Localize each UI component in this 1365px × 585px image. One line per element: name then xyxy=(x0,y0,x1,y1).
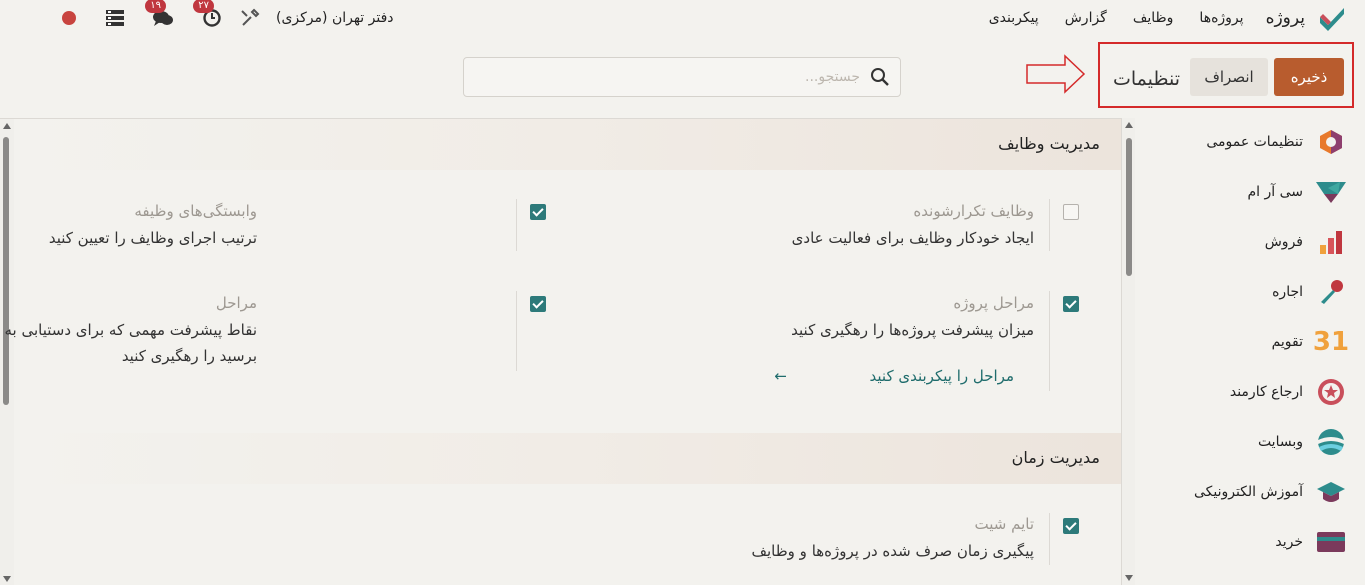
task-dependencies-desc: ترتیب اجرای وظایف را تعیین کنید xyxy=(48,229,257,247)
scroll-down-icon[interactable] xyxy=(3,576,11,582)
sidebar-item-label: تنظیمات عمومی xyxy=(1206,134,1303,150)
main-menu: پروژه پروژه‌ها وظایف گزارش پیکربندی xyxy=(963,0,1365,36)
section-title: مدیریت وظایف xyxy=(998,134,1100,153)
section-title: مدیریت زمان xyxy=(1011,448,1100,467)
search-icon[interactable] xyxy=(870,67,890,87)
sidebar-item-employee-referral[interactable]: ارجاع کارمند xyxy=(1138,372,1365,412)
activity-clock-icon[interactable]: ۲۷ xyxy=(193,0,222,28)
recurring-tasks-title: وظایف تکرارشونده xyxy=(913,202,1034,220)
menu-tasks[interactable]: وظایف xyxy=(1133,10,1174,26)
highlight-box: ذخیره انصراف تنظیمات xyxy=(1098,42,1354,108)
divider xyxy=(516,291,517,371)
scroll-down-icon[interactable] xyxy=(1125,575,1133,581)
sidebar-item-label: تقویم xyxy=(1271,334,1303,350)
page-title: تنظیمات xyxy=(1112,68,1180,90)
systray: دفتر تهران (مرکزی) ۲۷ ۱۹ xyxy=(40,0,394,36)
status-dot-icon[interactable] xyxy=(62,11,76,25)
scroll-up-icon[interactable] xyxy=(1125,122,1133,128)
timesheet-checkbox[interactable] xyxy=(1063,518,1079,534)
messages-badge: ۱۹ xyxy=(145,0,166,13)
project-stages-desc: میزان پیشرفت پروژه‌ها را رهگیری کنید xyxy=(791,321,1034,339)
settings-app-sidebar: تنظیمات عمومی سی آر ام فروش اجاره 31 تقو… xyxy=(1138,118,1365,585)
milestones-desc: نقاط پیشرفت مهمی که برای دستیابی به موفق… xyxy=(0,321,257,365)
project-stages-checkbox[interactable] xyxy=(1063,296,1079,312)
sidebar-item-website[interactable]: وبسایت xyxy=(1138,422,1365,462)
sidebar-item-label: اجاره xyxy=(1272,284,1303,300)
sidebar-item-sales[interactable]: فروش xyxy=(1138,222,1365,262)
sidebar-item-rental[interactable]: اجاره xyxy=(1138,272,1365,312)
sidebar-item-crm[interactable]: سی آر ام xyxy=(1138,172,1365,212)
configure-stages-arrow-icon[interactable]: ← xyxy=(774,367,787,385)
section-header-time: مدیریت زمان xyxy=(14,433,1121,484)
divider xyxy=(516,199,517,251)
scrollbar-thumb[interactable] xyxy=(1126,138,1132,276)
task-dependencies-checkbox[interactable] xyxy=(530,204,546,220)
recurring-tasks-checkbox[interactable] xyxy=(1063,204,1079,220)
annotation-arrow-icon xyxy=(1026,54,1086,94)
server-list-icon[interactable] xyxy=(106,8,124,28)
crm-app-icon xyxy=(1315,176,1347,208)
activity-badge: ۲۷ xyxy=(193,0,214,13)
sidebar-item-label: خرید xyxy=(1275,534,1303,550)
sidebar-item-calendar[interactable]: 31 تقویم xyxy=(1138,322,1365,362)
company-switcher[interactable]: دفتر تهران (مرکزی) xyxy=(276,10,394,26)
purchase-app-icon xyxy=(1315,526,1347,558)
search-input[interactable] xyxy=(500,66,860,88)
sidebar-item-label: آموزش الکترونیکی xyxy=(1193,484,1303,500)
sidebar-item-purchase[interactable]: خرید xyxy=(1138,522,1365,562)
sidebar-item-general-settings[interactable]: تنظیمات عمومی xyxy=(1138,122,1365,162)
settings-app-icon xyxy=(1315,126,1347,158)
sidebar-item-label: سی آر ام xyxy=(1247,184,1303,200)
project-stages-title: مراحل پروژه xyxy=(953,294,1034,312)
menu-configuration[interactable]: پیکربندی xyxy=(989,10,1039,26)
search-box[interactable] xyxy=(463,57,901,97)
menu-projects[interactable]: پروژه‌ها xyxy=(1199,10,1243,26)
divider xyxy=(1049,291,1050,391)
rental-app-icon xyxy=(1315,276,1347,308)
elearning-app-icon xyxy=(1315,476,1347,508)
divider xyxy=(1049,513,1050,565)
milestones-title: مراحل xyxy=(215,294,257,312)
referral-app-icon xyxy=(1315,376,1347,408)
section-header-tasks: مدیریت وظایف xyxy=(14,119,1121,170)
control-panel: ذخیره انصراف تنظیمات xyxy=(0,36,1365,118)
timesheet-desc: پیگیری زمان صرف شده در پروژه‌ها و وظایف xyxy=(751,542,1034,560)
sidebar-item-label: فروش xyxy=(1264,234,1303,250)
configure-stages-link[interactable]: مراحل را پیکربندی کنید xyxy=(870,367,1014,385)
sidebar-item-label: ارجاع کارمند xyxy=(1229,384,1303,400)
sidebar-scrollbar[interactable] xyxy=(1121,118,1135,585)
settings-content: مدیریت وظایف وظایف تکرارشونده ایجاد خودک… xyxy=(0,118,1121,585)
timesheet-title: تایم شیت xyxy=(974,515,1035,533)
sales-app-icon xyxy=(1315,226,1347,258)
messages-chat-icon[interactable]: ۱۹ xyxy=(145,0,174,28)
milestones-checkbox[interactable] xyxy=(530,296,546,312)
website-app-icon xyxy=(1315,426,1347,458)
menu-reporting[interactable]: گزارش xyxy=(1065,10,1107,26)
divider xyxy=(1049,199,1050,251)
calendar-app-icon: 31 xyxy=(1312,327,1350,357)
app-brand[interactable]: پروژه xyxy=(1266,8,1305,28)
top-navbar: پروژه پروژه‌ها وظایف گزارش پیکربندی دفتر… xyxy=(0,0,1365,36)
recurring-tasks-desc: ایجاد خودکار وظایف برای فعالیت عادی xyxy=(791,229,1034,247)
project-app-icon[interactable] xyxy=(1317,3,1347,33)
sidebar-item-elearning[interactable]: آموزش الکترونیکی xyxy=(1138,472,1365,512)
save-button[interactable]: ذخیره xyxy=(1274,58,1344,96)
scroll-up-icon[interactable] xyxy=(3,123,11,129)
sidebar-item-label: وبسایت xyxy=(1257,434,1303,450)
discard-button[interactable]: انصراف xyxy=(1190,58,1268,96)
debug-tools-icon[interactable] xyxy=(240,8,260,28)
task-dependencies-title: وابستگی‌های وظیفه xyxy=(134,202,257,220)
